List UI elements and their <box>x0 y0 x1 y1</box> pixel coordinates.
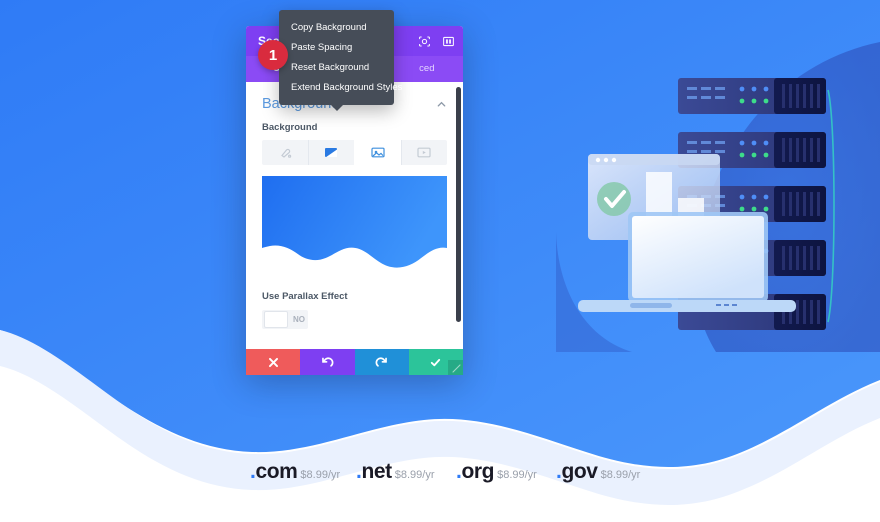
parallax-label: Use Parallax Effect <box>262 291 348 302</box>
undo-button[interactable] <box>300 349 355 375</box>
tab-advanced[interactable]: ced <box>391 56 463 82</box>
domain-price: $8.99/yr <box>600 469 641 481</box>
domain-price: $8.99/yr <box>300 469 341 481</box>
context-menu-item-reset-background[interactable]: Reset Background <box>279 57 394 77</box>
context-menu-item-extend-background-styles[interactable]: Extend Background Styles <box>279 77 402 97</box>
domain-price: $8.99/yr <box>497 469 537 481</box>
background-image-preview[interactable] <box>262 176 447 271</box>
layout-columns-icon[interactable] <box>442 35 455 48</box>
color-icon <box>280 148 291 158</box>
background-type-image[interactable] <box>354 140 401 165</box>
domain-item: .gov $8.99/yr <box>556 460 640 484</box>
domain-extension: .com <box>250 460 298 483</box>
step-badge: 1 <box>258 40 288 70</box>
resize-handle-icon <box>452 364 461 373</box>
panel-header-icons <box>418 26 455 56</box>
discard-button[interactable] <box>246 349 301 375</box>
toggle-value: NO <box>293 315 305 324</box>
domain-item: .com $8.99/yr <box>250 460 340 484</box>
background-type-tabs <box>262 140 447 165</box>
panel-scrollbar[interactable] <box>456 87 461 322</box>
domain-prices: .com $8.99/yr .net $8.99/yr .org $8.99/yr .… <box>250 460 650 490</box>
panel-action-bar <box>246 349 463 375</box>
close-icon <box>268 357 278 367</box>
context-menu-item-copy-background[interactable]: Copy Background <box>279 17 394 37</box>
background-field-label: Background <box>262 122 318 133</box>
hosting-illustration <box>578 78 835 330</box>
domain-price: $8.99/yr <box>394 469 435 481</box>
video-icon <box>417 147 431 158</box>
page-root: ng dolor sit amet, imis in faucibus it n… <box>0 0 880 522</box>
domain-ext-text: org <box>461 460 495 483</box>
panel-scroll-area: Background Background <box>246 82 463 349</box>
context-menu: Copy Background Paste Spacing Reset Back… <box>279 10 402 111</box>
domain-extension: .org <box>456 460 495 483</box>
domain-item: .net $8.99/yr <box>356 460 435 484</box>
domain-ext-text: com <box>255 460 298 483</box>
check-icon <box>431 358 441 366</box>
background-type-color[interactable] <box>262 140 308 165</box>
preview-wave-graphic <box>262 176 447 271</box>
redo-button[interactable] <box>354 349 409 375</box>
domain-extension: .net <box>356 460 392 483</box>
panel-body: Background Background <box>246 82 463 349</box>
domain-item: .org $8.99/yr <box>456 460 537 484</box>
undo-icon <box>321 356 334 367</box>
redo-icon <box>375 356 388 367</box>
context-menu-arrow <box>330 105 343 111</box>
panel-resize-handle[interactable] <box>448 360 463 375</box>
domain-extension: .gov <box>556 460 598 483</box>
parallax-toggle[interactable]: NO <box>262 310 308 329</box>
context-menu-item-paste-spacing[interactable]: Paste Spacing <box>279 37 394 57</box>
toggle-knob <box>264 311 288 328</box>
chevron-up-icon[interactable] <box>436 99 447 110</box>
gradient-icon <box>325 148 338 157</box>
background-type-gradient[interactable] <box>307 140 355 165</box>
background-type-video[interactable] <box>400 140 448 165</box>
domain-ext-text: net <box>361 460 392 483</box>
domain-ext-text: gov <box>561 460 598 483</box>
image-icon <box>371 147 385 158</box>
target-icon[interactable] <box>418 35 431 48</box>
